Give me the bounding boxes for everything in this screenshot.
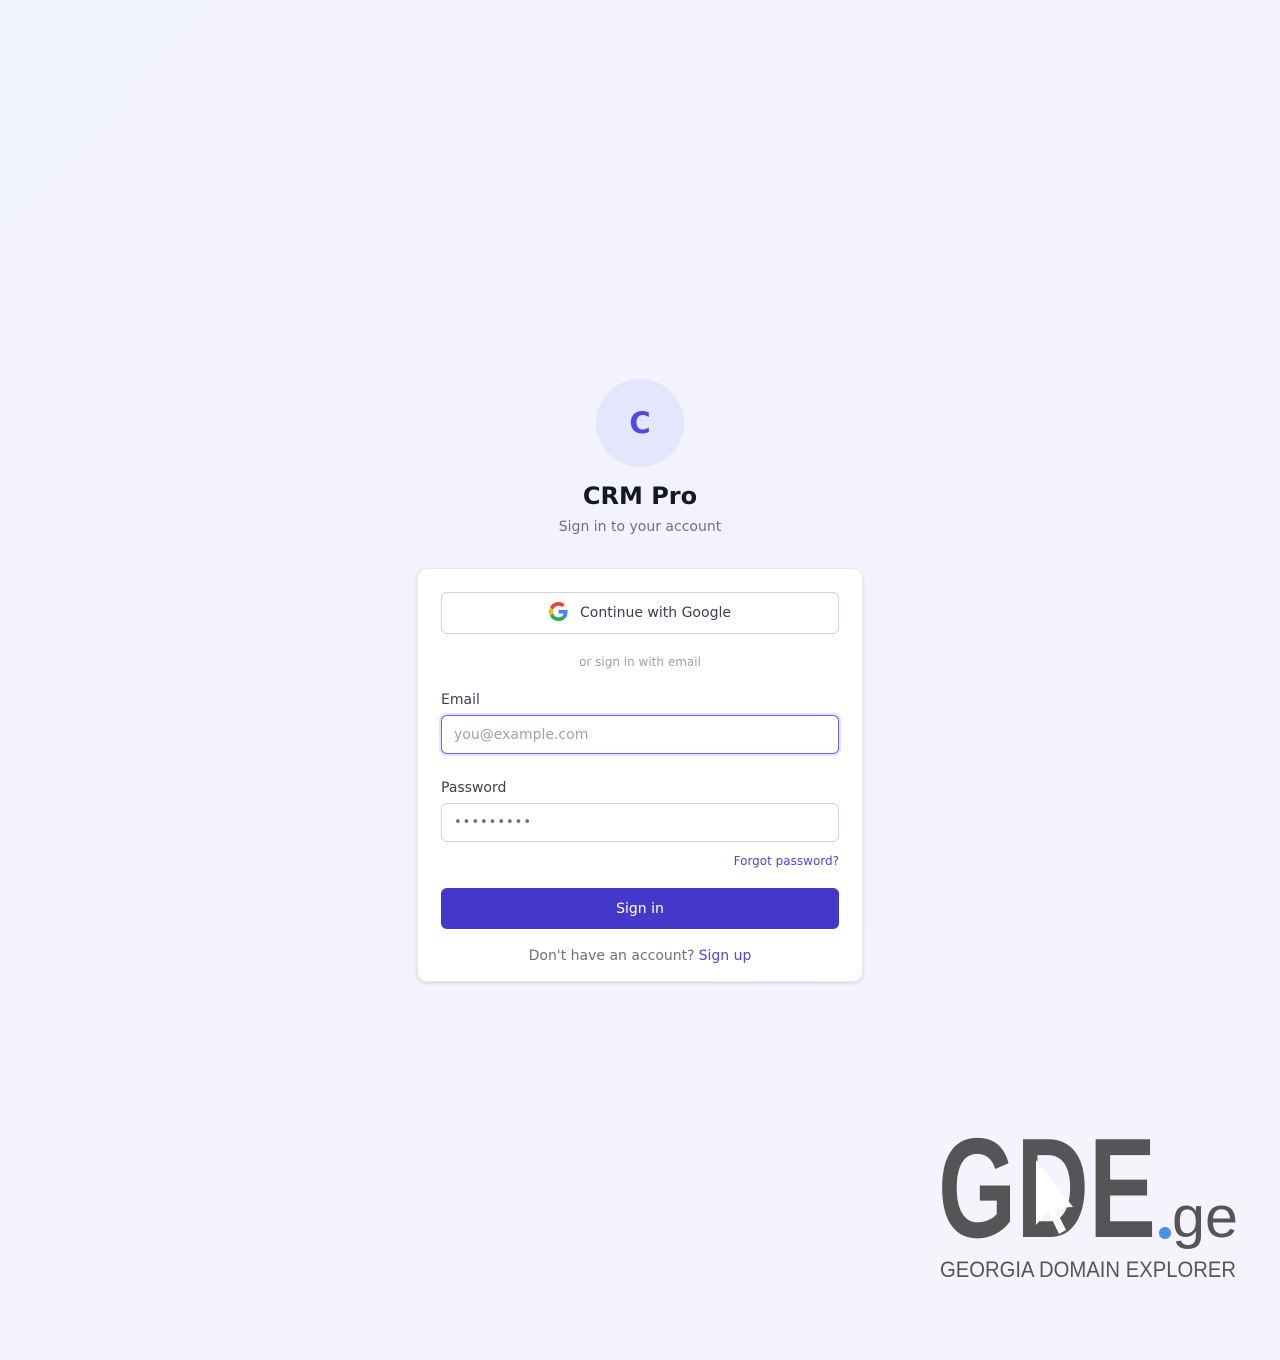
svg-text:GEORGIA DOMAIN EXPLORER: GEORGIA DOMAIN EXPLORER — [940, 1257, 1236, 1282]
login-card: Continue with Google or sign in with ema… — [417, 568, 863, 982]
email-label: Email — [441, 692, 480, 708]
svg-text:ge: ge — [1172, 1185, 1238, 1250]
signup-row: Don't have an account? Sign up — [441, 947, 839, 965]
app-title: CRM Pro — [582, 482, 698, 510]
google-icon — [549, 601, 568, 625]
email-placeholder: you@example.com — [454, 726, 589, 743]
password-label: Password — [441, 780, 507, 796]
email-divider-text: or sign in with email — [579, 655, 701, 669]
app-header: C CRM Pro Sign in to your account — [0, 379, 1280, 537]
signup-prompt: Don't have an account? — [528, 948, 695, 964]
forgot-password-link[interactable]: Forgot password? — [734, 854, 839, 868]
app-subtitle: Sign in to your account — [558, 519, 722, 535]
password-field[interactable]: ••••••••• — [441, 803, 839, 842]
gde-watermark-logo: GDE ge GEORGIA DOMAIN EXPLORER — [938, 1115, 1238, 1282]
sign-in-button[interactable]: Sign in — [441, 888, 839, 929]
continue-with-google-button[interactable]: Continue with Google — [441, 592, 839, 634]
email-field[interactable]: you@example.com — [441, 715, 839, 754]
app-logo-letter: C — [629, 406, 651, 440]
app-logo: C — [596, 379, 684, 467]
password-value: ••••••••• — [454, 815, 533, 830]
sign-up-link[interactable]: Sign up — [699, 948, 752, 964]
forgot-password-row: Forgot password? — [441, 854, 839, 868]
google-button-label: Continue with Google — [580, 605, 731, 621]
